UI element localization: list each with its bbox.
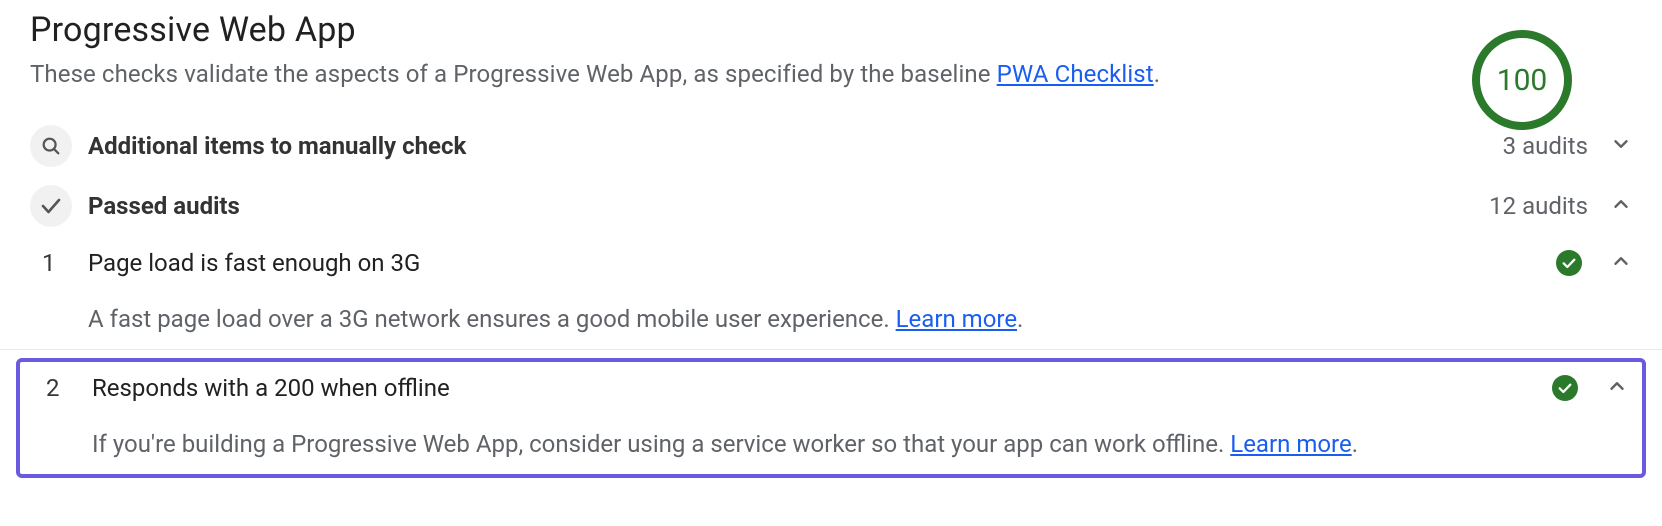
pass-check-icon — [1552, 375, 1578, 401]
audit-item-1: 1 Page load is fast enough on 3G A fast … — [30, 236, 1632, 349]
chevron-up-icon — [1610, 250, 1632, 276]
subtitle-after: . — [1154, 60, 1160, 88]
group-passed-count: 12 audits — [1489, 192, 1588, 220]
chevron-down-icon — [1610, 133, 1632, 159]
audit-row[interactable]: 1 Page load is fast enough on 3G — [30, 237, 1632, 281]
score-value: 100 — [1497, 63, 1548, 98]
subtitle-text: These checks validate the aspects of a P… — [30, 60, 997, 88]
learn-more-link[interactable]: Learn more — [1230, 430, 1351, 458]
divider — [0, 349, 1662, 350]
audit-row[interactable]: 2 Responds with a 200 when offline — [34, 362, 1628, 406]
audit-description: If you're building a Progressive Web App… — [92, 430, 1628, 458]
group-manual-label: Additional items to manually check — [88, 132, 1503, 160]
score-gauge: 100 — [1472, 30, 1572, 130]
group-passed-label: Passed audits — [88, 192, 1489, 220]
audit-desc-text: If you're building a Progressive Web App… — [92, 430, 1230, 458]
section-title: Progressive Web App — [30, 10, 1632, 50]
audit-desc-after: . — [1352, 430, 1358, 458]
audit-description-row: A fast page load over a 3G network ensur… — [30, 281, 1632, 349]
search-icon — [30, 125, 72, 167]
audit-desc-text: A fast page load over a 3G network ensur… — [88, 305, 896, 333]
chevron-up-icon — [1606, 375, 1628, 401]
audit-title: Responds with a 200 when offline — [92, 374, 1552, 402]
audit-number: 1 — [30, 249, 88, 277]
learn-more-link[interactable]: Learn more — [896, 305, 1017, 333]
audit-description: A fast page load over a 3G network ensur… — [88, 305, 1632, 333]
audit-item-2: 2 Responds with a 200 when offline If yo… — [16, 358, 1646, 478]
audit-desc-after: . — [1017, 305, 1023, 333]
check-icon — [30, 185, 72, 227]
audit-description-row: If you're building a Progressive Web App… — [34, 406, 1628, 474]
section-subtitle: These checks validate the aspects of a P… — [30, 60, 1632, 88]
group-manual-checks[interactable]: Additional items to manually check 3 aud… — [30, 116, 1632, 176]
group-manual-count: 3 audits — [1503, 132, 1588, 160]
audit-title: Page load is fast enough on 3G — [88, 249, 1556, 277]
group-passed-audits[interactable]: Passed audits 12 audits — [30, 176, 1632, 236]
pass-check-icon — [1556, 250, 1582, 276]
chevron-up-icon — [1610, 193, 1632, 219]
pwa-checklist-link[interactable]: PWA Checklist — [997, 60, 1154, 88]
audit-number: 2 — [34, 374, 92, 402]
